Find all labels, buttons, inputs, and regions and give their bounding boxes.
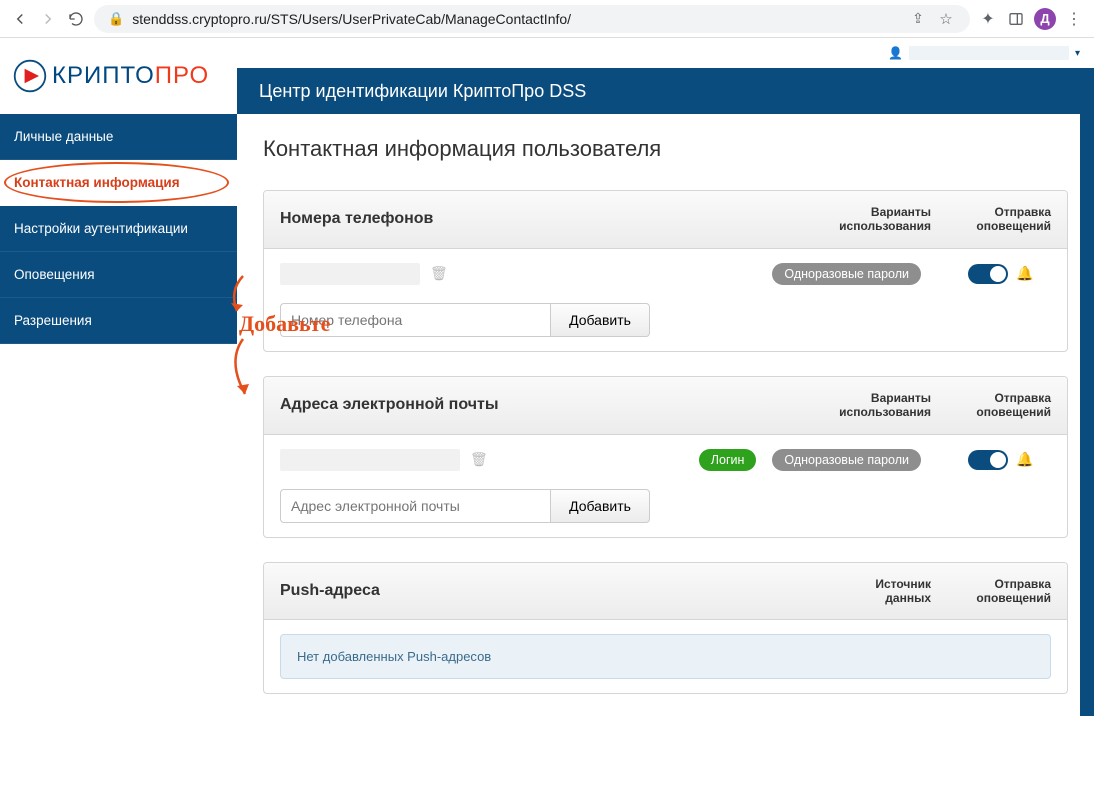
logo-mark-icon <box>12 58 48 94</box>
panel-phones: Номера телефонов Вариантыиспользования О… <box>263 190 1068 352</box>
browser-toolbar: 🔒 ⇪ ☆ ✦ Д ⋮ <box>0 0 1094 38</box>
pill-otp: Одноразовые пароли <box>772 449 921 471</box>
pill-otp: Одноразовые пароли <box>772 263 921 285</box>
sidebar-item-personal[interactable]: Личные данные <box>0 114 237 160</box>
sidebar-item-notify[interactable]: Оповещения <box>0 252 237 298</box>
logo: КРИПТОПРО <box>0 38 237 114</box>
col-head-notify: Отправкаоповещений <box>951 577 1051 606</box>
logo-text-2: ПРО <box>155 62 209 89</box>
kebab-menu-icon[interactable]: ⋮ <box>1064 9 1084 29</box>
nav-forward-icon[interactable] <box>38 10 58 28</box>
col-head-notify: Отправкаоповещений <box>951 391 1051 420</box>
col-head-notify: Отправкаоповещений <box>951 205 1051 234</box>
panel-push: Push-адреса Источникданных Отправкаопове… <box>263 562 1068 695</box>
col-head-source: Источникданных <box>791 577 931 606</box>
trash-icon[interactable]: 🗑 <box>470 451 488 468</box>
sidebar: Личные данные Контактная информация Наст… <box>0 114 237 344</box>
nav-reload-icon[interactable] <box>66 11 86 27</box>
phone-input[interactable] <box>280 303 550 337</box>
profile-avatar[interactable]: Д <box>1034 8 1056 30</box>
phone-value-redacted <box>280 263 420 285</box>
email-add-button[interactable]: Добавить <box>550 489 650 523</box>
bell-icon: 🔔 <box>1016 265 1033 282</box>
lock-icon: 🔒 <box>108 11 124 27</box>
extensions-icon[interactable]: ✦ <box>978 9 998 29</box>
phone-add-button[interactable]: Добавить <box>550 303 650 337</box>
right-rail <box>1080 114 1094 716</box>
chevron-down-icon: ▾ <box>1075 48 1080 59</box>
panel-phones-title: Номера телефонов <box>280 210 791 228</box>
panel-emails-title: Адреса электронной почты <box>280 396 791 414</box>
url-bar[interactable]: 🔒 ⇪ ☆ <box>94 5 970 33</box>
sidebar-item-perm[interactable]: Разрешения <box>0 298 237 344</box>
sidebar-item-auth[interactable]: Настройки аутентификации <box>0 206 237 252</box>
logo-text-1: КРИПТО <box>52 62 155 89</box>
url-input[interactable] <box>132 11 900 27</box>
sidepanel-icon[interactable] <box>1006 11 1026 27</box>
panel-push-title: Push-адреса <box>280 582 791 600</box>
phone-notify-toggle[interactable] <box>968 264 1008 284</box>
phone-row: 🗑 Одноразовые пароли 🔔 <box>280 263 1051 285</box>
col-head-variants: Вариантыиспользования <box>791 205 931 234</box>
sidebar-item-contact[interactable]: Контактная информация <box>0 160 237 206</box>
sidebar-item-label: Контактная информация <box>14 175 180 190</box>
push-empty-message: Нет добавленных Push-адресов <box>280 634 1051 679</box>
user-name-redacted <box>909 46 1069 60</box>
user-icon: 👤 <box>888 46 903 60</box>
star-icon[interactable]: ☆ <box>936 10 956 28</box>
col-head-variants: Вариантыиспользования <box>791 391 931 420</box>
panel-emails: Адреса электронной почты Вариантыиспольз… <box>263 376 1068 538</box>
pill-login: Логин <box>699 449 757 471</box>
trash-icon[interactable]: 🗑 <box>430 265 448 282</box>
nav-back-icon[interactable] <box>10 10 30 28</box>
page-title: Контактная информация пользователя <box>263 136 1068 162</box>
page-banner: Центр идентификации КриптоПро DSS <box>237 68 1094 114</box>
share-icon[interactable]: ⇪ <box>908 10 928 27</box>
content-area: Контактная информация пользователя Номер… <box>237 114 1094 716</box>
email-notify-toggle[interactable] <box>968 450 1008 470</box>
bell-icon: 🔔 <box>1016 451 1033 468</box>
email-input[interactable] <box>280 489 550 523</box>
user-strip[interactable]: 👤 ▾ <box>237 38 1094 68</box>
email-value-redacted <box>280 449 460 471</box>
email-row: 🗑 Логин Одноразовые пароли 🔔 <box>280 449 1051 471</box>
